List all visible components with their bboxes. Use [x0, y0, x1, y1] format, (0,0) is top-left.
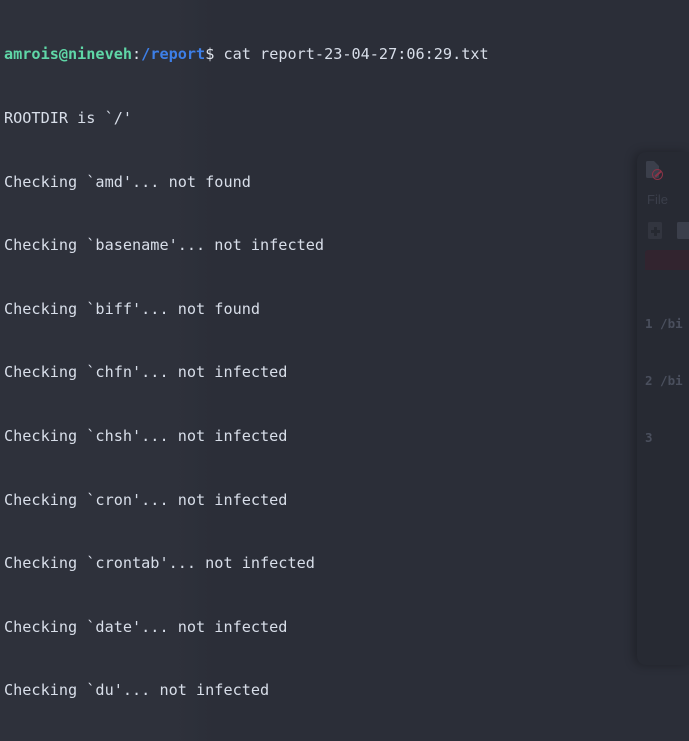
prompt-separator: : — [132, 45, 142, 64]
prompt-sigil: $ — [205, 45, 224, 64]
prompt-user-host: amrois@nineveh — [4, 45, 133, 64]
new-file-icon[interactable] — [648, 222, 662, 239]
new-file-plus-horizontal — [650, 230, 660, 233]
editor-line-number: 1 — [645, 316, 653, 331]
editor-toolbar[interactable] — [637, 216, 689, 250]
editor-line-number: 3 — [645, 430, 653, 445]
open-file-sheet-shape — [677, 222, 689, 239]
editor-tab-active[interactable] — [645, 250, 689, 270]
error-slash-mark — [652, 169, 663, 180]
editor-menubar[interactable]: File — [637, 190, 689, 216]
editor-line-text: /bi — [652, 373, 683, 388]
terminal-output: amrois@nineveh:/report$ cat report-23-04… — [0, 0, 689, 741]
output-line: Checking `crontab'... not infected — [4, 554, 315, 573]
prompt-path: /report — [141, 45, 206, 64]
editor-text-area[interactable]: 1 /bi 2 /bi 3 — [637, 270, 689, 485]
output-line: Checking `biff'... not found — [4, 299, 261, 318]
editor-titlebar[interactable] — [637, 152, 689, 190]
editor-line-row: 1 /bi — [637, 314, 689, 333]
output-line: Checking `chsh'... not infected — [4, 426, 288, 445]
terminal-window[interactable]: amrois@nineveh:/report$ cat report-23-04… — [0, 0, 689, 741]
open-file-icon[interactable] — [677, 222, 689, 239]
terminal-prompt-line: amrois@nineveh:/report$ cat report-23-04… — [4, 44, 689, 65]
output-line: Checking `du'... not infected — [4, 681, 270, 700]
output-line: Checking `amd'... not found — [4, 172, 251, 191]
background-editor-window[interactable]: File 1 /bi 2 /bi 3 — [637, 152, 689, 665]
menu-item-file[interactable]: File — [647, 192, 668, 207]
editor-line-row: 3 — [637, 428, 689, 447]
output-line: Checking `chfn'... not infected — [4, 363, 288, 382]
document-error-icon — [646, 161, 663, 180]
document-fold-shape — [654, 161, 659, 166]
editor-tabbar[interactable] — [637, 250, 689, 270]
editor-line-row: 2 /bi — [637, 371, 689, 390]
terminal-command: cat report-23-04-27:06:29.txt — [223, 45, 489, 64]
editor-line-text: /bi — [652, 316, 683, 331]
output-line: ROOTDIR is `/' — [4, 109, 133, 127]
output-line: Checking `date'... not infected — [4, 617, 288, 636]
editor-line-number: 2 — [645, 373, 653, 388]
output-line: Checking `cron'... not infected — [4, 490, 288, 509]
output-line: Checking `basename'... not infected — [4, 236, 325, 255]
